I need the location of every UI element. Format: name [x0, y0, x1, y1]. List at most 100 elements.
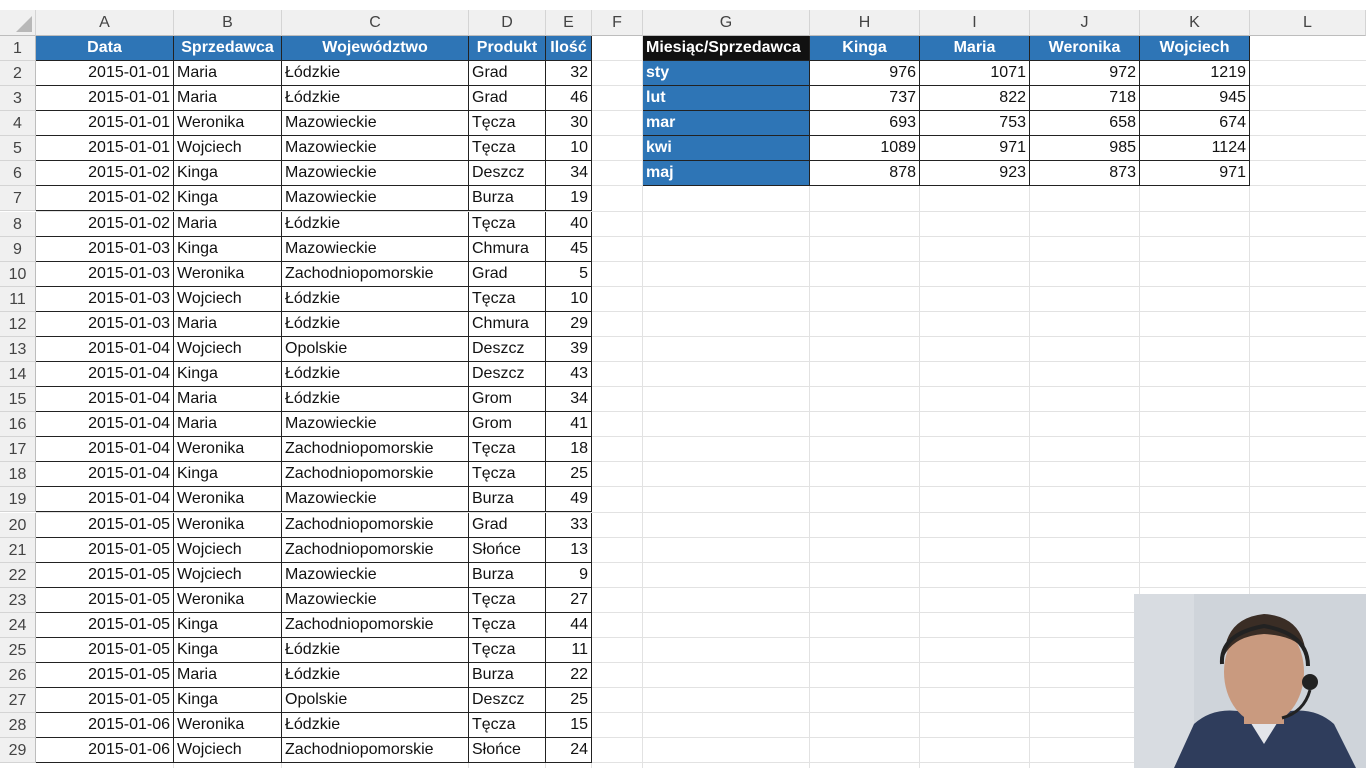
table-cell[interactable]: Tęcza: [469, 637, 546, 663]
table-cell[interactable]: 2015-01-05: [36, 512, 174, 538]
table-cell[interactable]: 2015-01-04: [36, 487, 174, 513]
table-cell[interactable]: 2015-01-03: [36, 261, 174, 287]
summary-value[interactable]: 1219: [1140, 61, 1250, 87]
table-cell[interactable]: 44: [546, 612, 592, 638]
table-cell[interactable]: 39: [546, 336, 592, 362]
summary-value[interactable]: 737: [810, 86, 920, 112]
table-cell[interactable]: 2015-01-04: [36, 387, 174, 413]
row-header-24[interactable]: 24: [0, 612, 36, 638]
summary-value[interactable]: 822: [920, 86, 1030, 112]
table-cell[interactable]: 2015-01-04: [36, 336, 174, 362]
table-cell[interactable]: 2015-01-05: [36, 663, 174, 688]
row-header-23[interactable]: 23: [0, 587, 36, 613]
table-cell[interactable]: Grad: [469, 61, 546, 87]
table-cell[interactable]: 2015-01-05: [36, 612, 174, 638]
table-cell[interactable]: Kinga: [174, 637, 282, 663]
table-cell[interactable]: Słońce: [469, 738, 546, 764]
table-cell[interactable]: Kinga: [174, 462, 282, 488]
table-cell[interactable]: Maria: [174, 412, 282, 438]
table-cell[interactable]: Kinga: [174, 688, 282, 714]
table-cell[interactable]: Deszcz: [469, 161, 546, 187]
table-cell[interactable]: 2015-01-01: [36, 86, 174, 112]
table-cell[interactable]: 22: [546, 663, 592, 688]
table-cell[interactable]: Zachodniopomorskie: [282, 462, 469, 488]
row-header-27[interactable]: 27: [0, 688, 36, 714]
table-header-3[interactable]: Województwo: [282, 36, 469, 61]
table-cell[interactable]: Zachodniopomorskie: [282, 437, 469, 463]
column-header-i[interactable]: I: [920, 10, 1030, 36]
column-header-e[interactable]: E: [546, 10, 592, 36]
table-cell[interactable]: Kinga: [174, 612, 282, 638]
table-cell[interactable]: Zachodniopomorskie: [282, 612, 469, 638]
summary-corner-header[interactable]: Miesiąc/Sprzedawca: [643, 36, 810, 61]
table-cell[interactable]: 49: [546, 487, 592, 513]
table-cell[interactable]: Łódzkie: [282, 286, 469, 312]
summary-value[interactable]: 945: [1140, 86, 1250, 112]
row-header-20[interactable]: 20: [0, 512, 36, 538]
table-cell[interactable]: 33: [546, 512, 592, 538]
table-cell[interactable]: Tęcza: [469, 437, 546, 463]
table-cell[interactable]: Tęcza: [469, 211, 546, 237]
row-header-9[interactable]: 9: [0, 236, 36, 262]
table-cell[interactable]: Burza: [469, 487, 546, 513]
table-cell[interactable]: Łódzkie: [282, 663, 469, 688]
table-cell[interactable]: 25: [546, 688, 592, 714]
row-header-8[interactable]: 8: [0, 211, 36, 237]
table-cell[interactable]: 2015-01-01: [36, 61, 174, 87]
table-cell[interactable]: 24: [546, 738, 592, 764]
table-cell[interactable]: 18: [546, 437, 592, 463]
table-cell[interactable]: 2015-01-02: [36, 211, 174, 237]
row-header-17[interactable]: 17: [0, 437, 36, 463]
table-cell[interactable]: Mazowieckie: [282, 487, 469, 513]
table-cell[interactable]: Tęcza: [469, 136, 546, 162]
table-cell[interactable]: Burza: [469, 663, 546, 688]
table-cell[interactable]: Mazowieckie: [282, 236, 469, 262]
table-cell[interactable]: Tęcza: [469, 713, 546, 739]
table-cell[interactable]: Mazowieckie: [282, 136, 469, 162]
row-header-12[interactable]: 12: [0, 311, 36, 337]
table-cell[interactable]: 46: [546, 86, 592, 112]
table-cell[interactable]: Słońce: [469, 537, 546, 563]
summary-value[interactable]: 753: [920, 111, 1030, 137]
table-cell[interactable]: Kinga: [174, 362, 282, 388]
column-header-l[interactable]: L: [1250, 10, 1366, 36]
row-header-10[interactable]: 10: [0, 261, 36, 287]
table-cell[interactable]: Grom: [469, 387, 546, 413]
column-header-j[interactable]: J: [1030, 10, 1140, 36]
table-cell[interactable]: 32: [546, 61, 592, 87]
table-cell[interactable]: Łódzkie: [282, 387, 469, 413]
table-cell[interactable]: Tęcza: [469, 587, 546, 613]
table-cell[interactable]: Opolskie: [282, 688, 469, 714]
table-cell[interactable]: Mazowieckie: [282, 111, 469, 137]
row-header-26[interactable]: 26: [0, 663, 36, 688]
table-cell[interactable]: Grad: [469, 512, 546, 538]
table-cell[interactable]: Weronika: [174, 261, 282, 287]
table-cell[interactable]: Kinga: [174, 186, 282, 212]
table-cell[interactable]: Tęcza: [469, 612, 546, 638]
row-header-25[interactable]: 25: [0, 637, 36, 663]
table-cell[interactable]: 2015-01-05: [36, 688, 174, 714]
table-cell[interactable]: 25: [546, 462, 592, 488]
table-cell[interactable]: Wojciech: [174, 537, 282, 563]
table-cell[interactable]: 2015-01-06: [36, 738, 174, 764]
table-cell[interactable]: Wojciech: [174, 136, 282, 162]
summary-value[interactable]: 1089: [810, 136, 920, 162]
column-header-g[interactable]: G: [643, 10, 810, 36]
table-cell[interactable]: Kinga: [174, 161, 282, 187]
row-header-16[interactable]: 16: [0, 412, 36, 438]
summary-value[interactable]: 878: [810, 161, 920, 187]
table-cell[interactable]: 2015-01-05: [36, 562, 174, 588]
table-cell[interactable]: Mazowieckie: [282, 161, 469, 187]
table-cell[interactable]: Mazowieckie: [282, 562, 469, 588]
summary-value[interactable]: 971: [1140, 161, 1250, 187]
row-header-13[interactable]: 13: [0, 336, 36, 362]
table-cell[interactable]: Mazowieckie: [282, 587, 469, 613]
table-header-1[interactable]: Data: [36, 36, 174, 61]
table-cell[interactable]: 34: [546, 387, 592, 413]
table-cell[interactable]: Weronika: [174, 111, 282, 137]
summary-value[interactable]: 972: [1030, 61, 1140, 87]
row-header-19[interactable]: 19: [0, 487, 36, 513]
table-cell[interactable]: Łódzkie: [282, 311, 469, 337]
table-cell[interactable]: 34: [546, 161, 592, 187]
column-header-a[interactable]: A: [36, 10, 174, 36]
